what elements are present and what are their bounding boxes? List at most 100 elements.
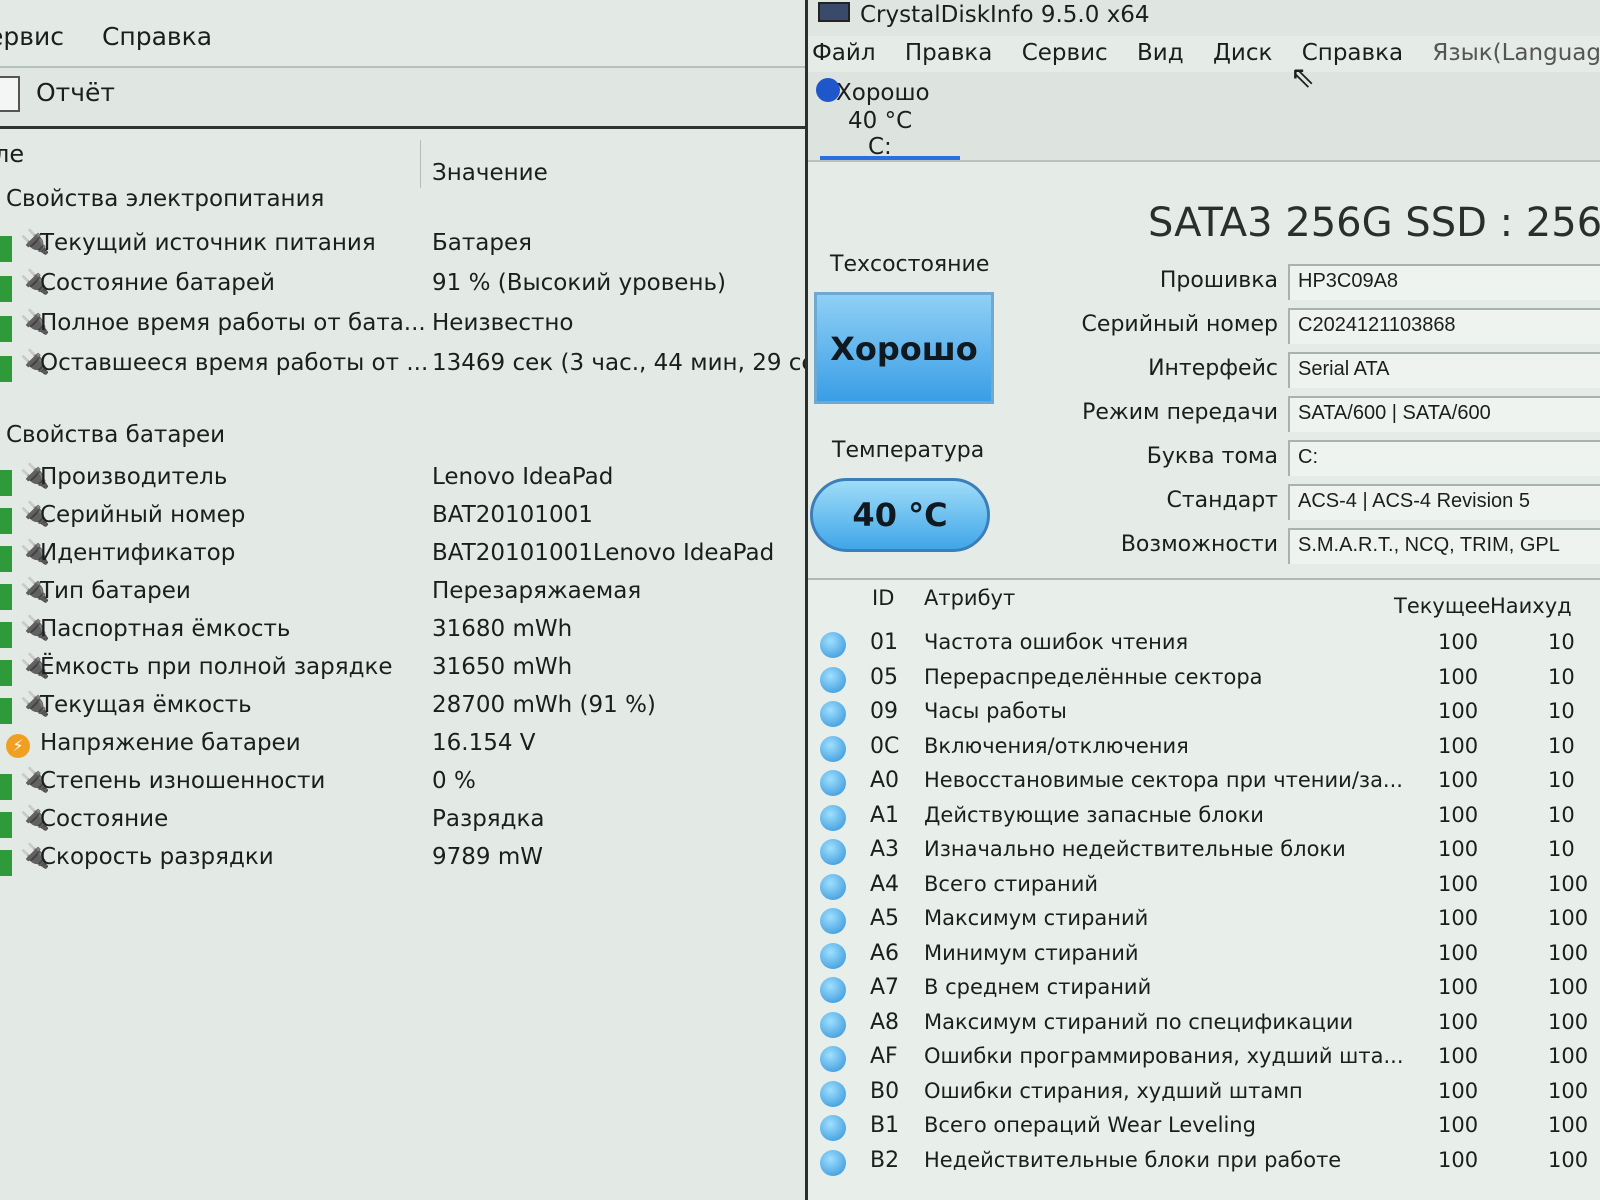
table-row[interactable]: 01 Частота ошибок чтения 100 10	[808, 628, 1600, 662]
menu-language[interactable]: Язык(Language)	[1432, 40, 1600, 66]
column-field[interactable]: ле	[0, 140, 24, 168]
table-row[interactable]: 🔌 Идентификатор BAT20101001Lenovo IdeaPad	[0, 538, 800, 576]
table-row[interactable]: 🔌 Оставшееся время работы от ... 13469 сек…	[0, 348, 805, 386]
smart-status-icon	[820, 1149, 846, 1176]
table-row[interactable]: 🔌 Производитель Lenovo IdeaPad	[0, 462, 800, 500]
menu-disk[interactable]: Диск	[1213, 40, 1272, 66]
smart-header-attribute[interactable]: Атрибут	[924, 586, 1015, 610]
table-row[interactable]: B2 Недействительные блоки при работе 100 10…	[808, 1146, 1600, 1180]
table-row[interactable]: B1 Всего операций Wear Leveling 100 100	[808, 1111, 1600, 1145]
table-row[interactable]: 🔌 Текущий источник питания Батарея	[0, 228, 800, 266]
table-row[interactable]: A3 Изначально недействительные блоки 100 10	[808, 835, 1600, 869]
table-row[interactable]: 🔌 Ёмкость при полной зарядке 31650 mWh	[0, 652, 800, 690]
menu-edit[interactable]: Правка	[905, 40, 993, 66]
smart-header-current[interactable]: Текущее	[1394, 594, 1490, 618]
report-button[interactable]: Отчёт	[36, 78, 115, 107]
table-row[interactable]: 🔌 Серийный номер BAT20101001	[0, 500, 800, 538]
table-row[interactable]: AF Ошибки программирования, худший шта...…	[808, 1042, 1600, 1076]
row-field-value: 28700 mWh (91 %)	[432, 692, 656, 718]
disk-info-value[interactable]: C:	[1288, 440, 1600, 476]
table-row[interactable]: A0 Невосстановимые сектора при чтении/за.…	[808, 766, 1600, 800]
menu-service[interactable]: ервис	[0, 22, 64, 51]
smart-header-worst[interactable]: Наихуд	[1490, 594, 1572, 618]
smart-status-icon	[820, 977, 846, 1003]
table-row[interactable]: 🔌 Степень изношенности 0 %	[0, 766, 800, 804]
app-icon	[818, 2, 850, 22]
smart-status-icon	[820, 735, 846, 762]
row-field-value: 13469 сек (3 час., 44 мин, 29 сек)	[432, 350, 808, 376]
health-status-button[interactable]: Хорошо	[814, 292, 994, 404]
table-row[interactable]: A7 В среднем стираний 100 100	[808, 973, 1600, 1007]
table-row[interactable]: 🔌 Паспортная ёмкость 31680 mWh	[0, 614, 800, 652]
smart-worst: 100	[1548, 1078, 1589, 1103]
smart-header-id[interactable]: ID	[872, 586, 894, 610]
table-row[interactable]: 🔌 Полное время работы от бата... Неизвестн…	[0, 308, 800, 346]
smart-attribute: Максимум стираний по спецификации	[924, 1009, 1354, 1034]
smart-status-icon	[820, 1046, 846, 1072]
row-field-name: Ёмкость при полной зарядке	[40, 654, 393, 680]
disk-info-row: Буква тома C:	[1048, 440, 1600, 478]
menu-help[interactable]: Справка	[1302, 40, 1403, 66]
row-field-name: Напряжение батареи	[40, 730, 301, 756]
smart-id: B1	[870, 1113, 900, 1138]
smart-attribute: Ошибки стирания, худший штамп	[924, 1078, 1303, 1103]
disk-status-tab[interactable]: Хорошо 40 °C C:	[808, 72, 1600, 162]
column-value[interactable]: Значение	[432, 160, 548, 186]
table-row[interactable]: 05 Перераспределённые сектора 100 10	[808, 663, 1600, 697]
smart-id: B2	[870, 1147, 900, 1173]
disk-info-value[interactable]: C2024121103868	[1288, 308, 1600, 344]
row-field-value: 31680 mWh	[432, 616, 573, 642]
table-row[interactable]: A6 Минимум стираний 100 100	[808, 939, 1600, 973]
smart-attribute: Всего операций Wear Leveling	[924, 1113, 1256, 1137]
smart-worst: 100	[1548, 906, 1589, 930]
battery-info-window: ервис Справка Отчёт ле Значение Свойства…	[0, 0, 808, 1200]
smart-id: AF	[870, 1044, 898, 1069]
smart-status-icon	[820, 804, 846, 831]
disk-info-value[interactable]: ACS-4 | ACS-4 Revision 5	[1288, 484, 1600, 520]
table-row[interactable]: A5 Максимум стираний 100 100	[808, 904, 1600, 938]
disk-info-value[interactable]: S.M.A.R.T., NCQ, TRIM, GPL	[1288, 528, 1600, 564]
table-row[interactable]: 🔌 Текущая ёмкость 28700 mWh (91 %)	[0, 690, 800, 728]
row-field-name: Состояние	[40, 806, 169, 832]
smart-status-icon	[820, 873, 846, 900]
table-row[interactable]: A4 Всего стираний 100 100	[808, 870, 1600, 904]
disk-info-value[interactable]: Serial ATA	[1288, 352, 1600, 388]
smart-worst: 10	[1548, 837, 1575, 861]
table-row[interactable]: 🔌 Скорость разрядки 9789 mW	[0, 842, 800, 880]
menu-view[interactable]: Вид	[1137, 40, 1184, 66]
disk-info-row: Серийный номер C2024121103868	[1048, 308, 1600, 346]
disk-info-label: Серийный номер	[1081, 312, 1278, 337]
table-row[interactable]: ⚡ Напряжение батареи 16.154 V	[0, 730, 800, 766]
title-bar: CrystalDiskInfo 9.5.0 x64	[808, 0, 1600, 36]
disk-info-value[interactable]: SATA/600 | SATA/600	[1288, 396, 1600, 432]
menu-service[interactable]: Сервис	[1022, 40, 1108, 66]
smart-id: 05	[870, 664, 898, 690]
table-row[interactable]: 🔌 Состояние батарей 91 % (Высокий уровень)	[0, 268, 800, 306]
row-field-name: Полное время работы от бата...	[40, 310, 426, 336]
table-row[interactable]: A8 Максимум стираний по спецификации 100 10…	[808, 1008, 1600, 1042]
smart-current: 100	[1438, 733, 1479, 758]
table-row[interactable]: 09 Часы работы 100 10	[808, 697, 1600, 731]
smart-status-icon	[820, 666, 846, 693]
group-battery-properties: Свойства батареи	[6, 422, 226, 448]
battery-status-icon	[0, 316, 12, 342]
table-row[interactable]: 🔌 Тип батареи Перезаряжаемая	[0, 576, 800, 614]
smart-table: ID Атрибут Текущее Наихуд 01 Частота ошиб…	[808, 578, 1600, 1200]
row-field-value: 31650 mWh	[432, 654, 573, 680]
battery-status-icon	[0, 508, 12, 534]
table-row[interactable]: A1 Действующие запасные блоки 100 10	[808, 801, 1600, 835]
menu-file[interactable]: Файл	[812, 40, 876, 66]
menu-help[interactable]: Справка	[102, 22, 212, 51]
column-separator[interactable]	[420, 140, 421, 188]
report-icon[interactable]	[0, 76, 20, 112]
table-row[interactable]: 🔌 Состояние Разрядка	[0, 804, 800, 842]
table-row[interactable]: 0C Включения/отключения 100 10	[808, 732, 1600, 766]
disk-info-label: Интерфейс	[1148, 356, 1278, 381]
smart-attribute: Перераспределённые сектора	[924, 664, 1263, 689]
smart-current: 100	[1438, 630, 1479, 654]
smart-current: 100	[1438, 1044, 1479, 1068]
disk-info-value[interactable]: HP3C09A8	[1288, 264, 1600, 300]
temperature-button[interactable]: 40 °C	[810, 478, 990, 552]
smart-status-icon	[820, 839, 846, 865]
table-row[interactable]: B0 Ошибки стирания, худший штамп 100 100	[808, 1077, 1600, 1111]
